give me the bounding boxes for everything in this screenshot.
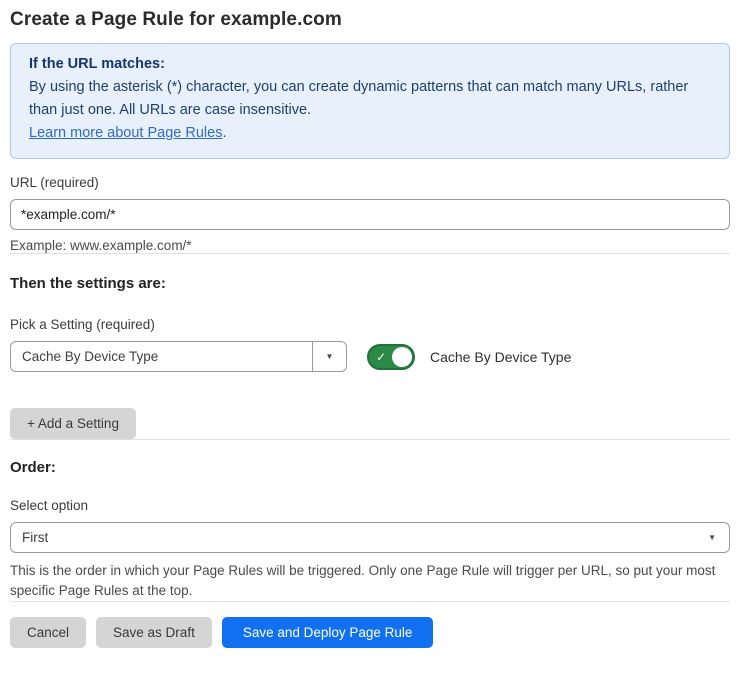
add-setting-button[interactable]: + Add a Setting <box>10 408 136 439</box>
order-helper-text: This is the order in which your Page Rul… <box>10 561 726 601</box>
pick-setting-label: Pick a Setting (required) <box>10 317 730 332</box>
setting-select-value: Cache By Device Type <box>11 349 312 364</box>
save-and-deploy-button[interactable]: Save and Deploy Page Rule <box>222 617 434 648</box>
url-example-hint: Example: www.example.com/* <box>10 238 730 253</box>
cancel-button[interactable]: Cancel <box>10 617 86 648</box>
setting-select[interactable]: Cache By Device Type ▼ <box>10 341 347 372</box>
order-select-arrow: ▼ <box>708 534 729 542</box>
info-box-heading: If the URL matches: <box>29 56 711 72</box>
save-as-draft-button[interactable]: Save as Draft <box>96 617 212 648</box>
url-input[interactable] <box>10 199 730 230</box>
info-box-body: By using the asterisk (*) character, you… <box>29 76 711 122</box>
setting-select-arrow-button[interactable]: ▼ <box>312 342 346 371</box>
chevron-down-icon: ▼ <box>326 353 334 361</box>
divider <box>10 601 730 602</box>
chevron-down-icon: ▼ <box>708 534 716 542</box>
footer-actions: Cancel Save as Draft Save and Deploy Pag… <box>10 617 730 648</box>
order-select-value: First <box>11 530 708 545</box>
order-select[interactable]: First ▼ <box>10 522 730 553</box>
page-title: Create a Page Rule for example.com <box>10 9 730 31</box>
check-icon: ✓ <box>376 351 386 363</box>
divider <box>10 439 730 440</box>
url-match-info-box: If the URL matches: By using the asteris… <box>10 43 730 159</box>
order-select-label: Select option <box>10 498 730 513</box>
link-period: . <box>222 125 226 141</box>
divider <box>10 253 730 254</box>
settings-section-heading: Then the settings are: <box>10 275 730 292</box>
cache-by-device-type-toggle[interactable]: ✓ <box>367 344 415 370</box>
toggle-knob <box>392 347 412 367</box>
setting-row: Cache By Device Type ▼ ✓ Cache By Device… <box>10 341 730 372</box>
learn-more-link[interactable]: Learn more about Page Rules <box>29 125 222 141</box>
toggle-label: Cache By Device Type <box>430 349 571 365</box>
order-section-heading: Order: <box>10 459 730 476</box>
url-label: URL (required) <box>10 175 730 190</box>
create-page-rule-form: Create a Page Rule for example.com If th… <box>10 9 730 648</box>
info-box-link-line: Learn more about Page Rules. <box>29 122 711 145</box>
